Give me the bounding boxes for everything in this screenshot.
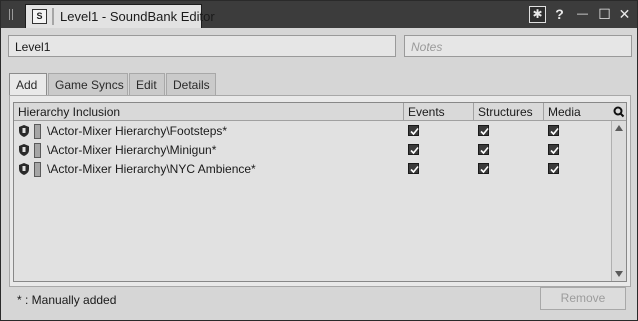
add-tab-panel: Hierarchy Inclusion Events Structures Me… [9, 95, 631, 287]
window-title: Level1 - SoundBank Editor [60, 9, 215, 24]
tab-game-syncs[interactable]: Game Syncs [48, 73, 128, 95]
title-divider [52, 8, 54, 25]
pin-icon[interactable]: ✱ [529, 6, 546, 23]
row-path: \Actor-Mixer Hierarchy\Minigun* [47, 143, 217, 157]
column-header-media[interactable]: Media [544, 103, 611, 121]
actor-mixer-icon [19, 144, 29, 156]
events-checkbox[interactable] [408, 163, 419, 174]
events-checkbox[interactable] [408, 125, 419, 136]
column-header-structures[interactable]: Structures [474, 103, 544, 121]
table-row[interactable]: \Actor-Mixer Hierarchy\Footsteps* [14, 122, 611, 141]
color-swatch [34, 143, 41, 158]
actor-mixer-icon [19, 163, 29, 175]
minimize-icon[interactable]: — [574, 6, 591, 23]
title-bar[interactable]: S Level1 - SoundBank Editor ✱ ? — ☐ ✕ [1, 1, 637, 28]
search-icon[interactable] [611, 103, 626, 121]
structures-checkbox[interactable] [478, 163, 489, 174]
soundbank-name-field[interactable]: Level1 [8, 35, 396, 57]
maximize-icon[interactable]: ☐ [596, 6, 613, 23]
drag-grip-icon[interactable] [9, 9, 15, 20]
column-header-hierarchy[interactable]: Hierarchy Inclusion [14, 103, 404, 121]
column-header-events[interactable]: Events [404, 103, 474, 121]
close-icon[interactable]: ✕ [616, 6, 633, 23]
scroll-up-icon[interactable] [615, 125, 623, 131]
color-swatch [34, 124, 41, 139]
tab-add[interactable]: Add [9, 73, 47, 96]
remove-button[interactable]: Remove [540, 287, 626, 310]
table-row[interactable]: \Actor-Mixer Hierarchy\Minigun* [14, 141, 611, 160]
soundbank-icon: S [32, 9, 47, 24]
tab-edit[interactable]: Edit [129, 73, 165, 95]
color-swatch [34, 162, 41, 177]
scroll-down-icon[interactable] [615, 271, 623, 277]
hierarchy-inclusion-table: Hierarchy Inclusion Events Structures Me… [13, 102, 627, 282]
help-icon[interactable]: ? [551, 6, 568, 23]
title-tab[interactable]: S Level1 - SoundBank Editor [25, 4, 215, 28]
soundbank-editor-window: S Level1 - SoundBank Editor ✱ ? — ☐ ✕ Le… [0, 0, 638, 321]
table-row[interactable]: \Actor-Mixer Hierarchy\NYC Ambience* [14, 160, 611, 179]
vertical-scrollbar[interactable] [611, 121, 626, 281]
notes-field[interactable]: Notes [404, 35, 632, 57]
tab-details[interactable]: Details [166, 73, 216, 95]
row-path: \Actor-Mixer Hierarchy\NYC Ambience* [47, 162, 256, 176]
media-checkbox[interactable] [548, 125, 559, 136]
media-checkbox[interactable] [548, 144, 559, 155]
row-path: \Actor-Mixer Hierarchy\Footsteps* [47, 124, 228, 138]
manually-added-note: * : Manually added [17, 293, 117, 307]
structures-checkbox[interactable] [478, 144, 489, 155]
table-header: Hierarchy Inclusion Events Structures Me… [14, 103, 626, 121]
media-checkbox[interactable] [548, 163, 559, 174]
actor-mixer-icon [19, 125, 29, 137]
events-checkbox[interactable] [408, 144, 419, 155]
structures-checkbox[interactable] [478, 125, 489, 136]
